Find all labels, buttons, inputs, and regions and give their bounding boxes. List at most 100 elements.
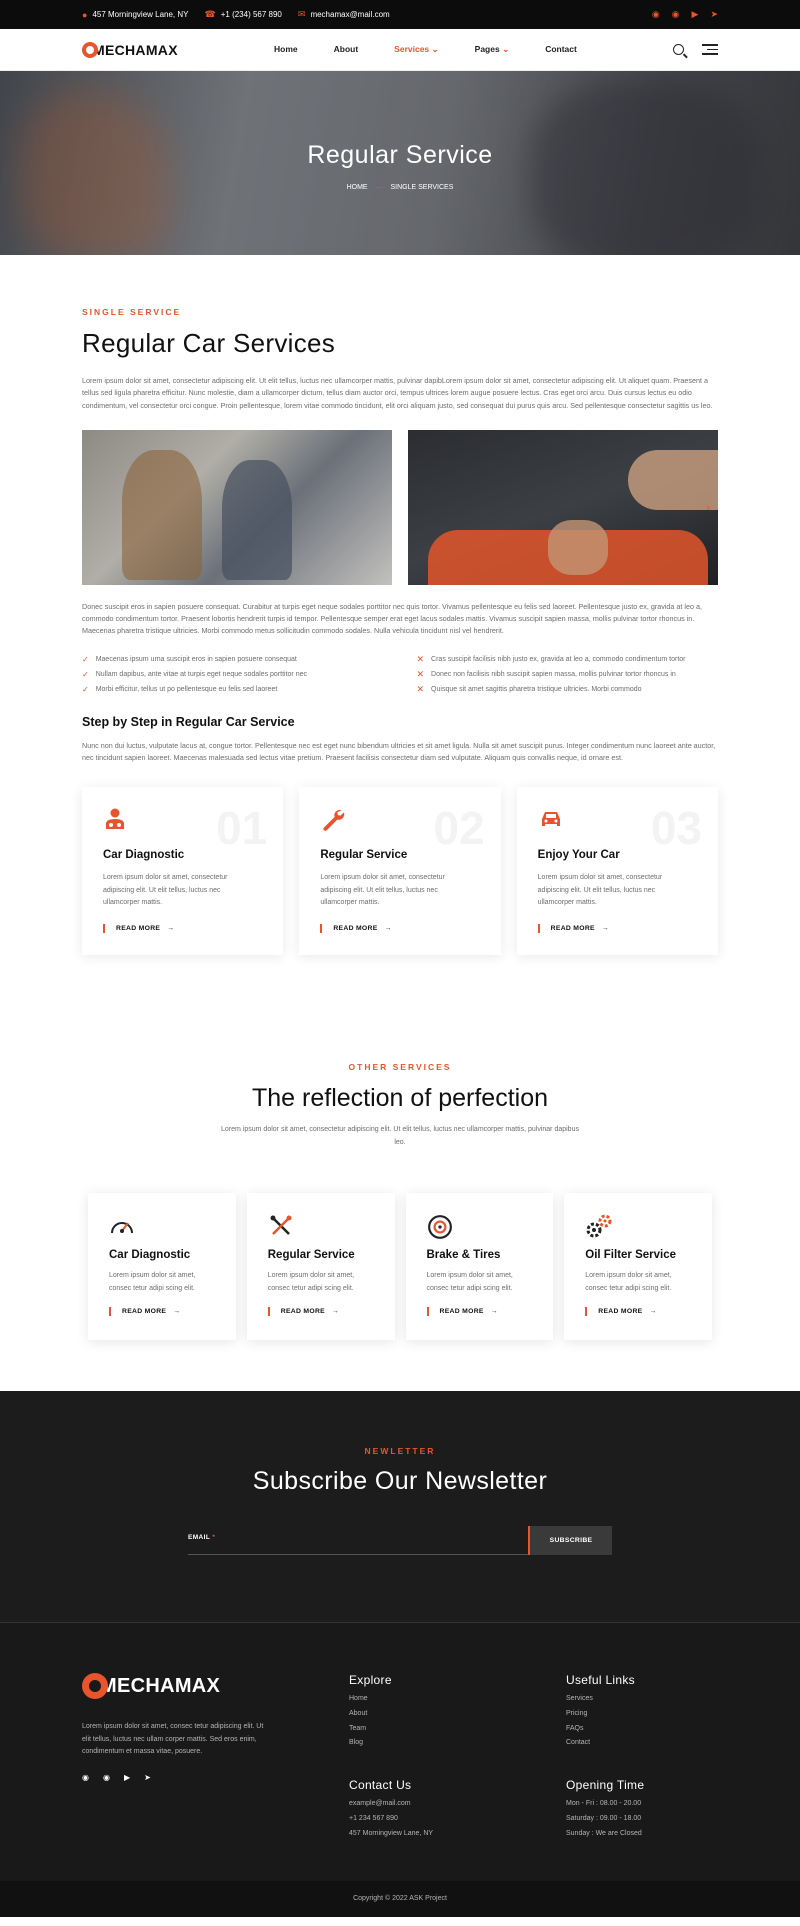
nav-item-pages[interactable]: Pages ⌄ — [475, 44, 510, 55]
newsletter-title: Subscribe Our Newsletter — [252, 1467, 548, 1496]
nav-item-pages-label: Pages — [474, 44, 500, 54]
breadcrumb-home[interactable]: HOME — [347, 184, 368, 191]
read-more-label: READ MORE — [550, 924, 595, 932]
footer-heading-useful: Useful Links — [566, 1673, 635, 1688]
read-more-label: READ MORE — [598, 1308, 643, 1316]
hours-sunday: Sunday : We are Closed — [566, 1829, 642, 1837]
email-item[interactable]: ✉ mechamax@mail.com — [298, 9, 390, 20]
arrow-right-icon: → — [601, 924, 610, 932]
nav-tools — [673, 44, 718, 55]
telegram-icon[interactable]: ➤ — [144, 1773, 151, 1782]
hours-saturday: Saturday : 09.00 - 18.00 — [566, 1814, 642, 1822]
footer-contact-phone[interactable]: +1 234 567 890 — [349, 1815, 566, 1830]
body-paragraph: Donec suscipit eros in sapien posuere co… — [82, 601, 702, 636]
footer-link-about[interactable]: About — [349, 1710, 566, 1725]
footer-link-contact[interactable]: Contact — [566, 1739, 718, 1754]
gauge-icon — [109, 1214, 216, 1240]
phone-item[interactable]: ☎ +1 (234) 567 890 — [205, 9, 282, 20]
footer-heading-explore: Explore — [349, 1673, 392, 1688]
facebook-icon[interactable]: ◉ — [82, 1773, 89, 1782]
copyright-bar: Copyright © 2022 ASK Project — [0, 1881, 800, 1918]
search-icon[interactable] — [673, 44, 684, 55]
section-eyebrow: NEWLETTER — [364, 1446, 436, 1457]
gallery-image-engine[interactable]: › — [408, 429, 718, 585]
arrow-right-icon: → — [173, 1308, 181, 1316]
service-gallery: › — [82, 429, 718, 585]
card-text: Lorem ipsum dolor sit amet, consectetur … — [537, 874, 663, 907]
read-more-link[interactable]: READ MORE → — [426, 1307, 534, 1317]
step-cards: 01 Car Diagnostic Lorem ipsum dolor sit … — [82, 787, 718, 956]
nav-item-home[interactable]: Home — [274, 44, 298, 55]
youtube-icon[interactable]: ▶ — [692, 9, 699, 20]
read-more-link[interactable]: READ MORE → — [320, 923, 480, 933]
site-logo[interactable]: MECHAMAX — [82, 41, 178, 58]
phone-text[interactable]: +1 (234) 567 890 — [221, 10, 282, 19]
arrow-right-icon: → — [490, 1308, 498, 1316]
email-label-text: EMAIL — [188, 1534, 211, 1542]
list-item: ✕ Cras suscipit facilisis nibh justo ex, … — [417, 652, 719, 667]
nav-item-contact[interactable]: Contact — [545, 44, 577, 55]
subscribe-button[interactable]: SUBSCRIBE — [528, 1526, 612, 1556]
footer-explore-list: Home About Team Blog — [349, 1695, 566, 1754]
service-cards: Car Diagnostic Lorem ipsum dolor sit ame… — [0, 1193, 800, 1341]
read-more-label: READ MORE — [280, 1308, 325, 1316]
footer-contact-address: 457 Morningview Lane, NY — [349, 1829, 434, 1837]
read-more-link[interactable]: READ MORE → — [585, 1307, 692, 1317]
twitter-icon[interactable]: ◉ — [103, 1773, 110, 1782]
top-bar: ● 457 Morningview Lane, NY ☎ +1 (234) 56… — [0, 0, 800, 29]
chevron-down-icon: ⌄ — [431, 44, 439, 54]
nav-item-services[interactable]: Services ⌄ — [394, 44, 438, 55]
logo-text: MECHAMAX — [93, 41, 178, 58]
newsletter-form: EMAIL * SUBSCRIBE — [0, 1526, 800, 1560]
list-item: ✓ Morbi efficitur, tellus ut po pellentes… — [82, 682, 384, 697]
footer-right-column: Useful Links Services Pricing FAQs Conta… — [566, 1673, 718, 1881]
map-pin-icon: ● — [82, 9, 88, 20]
card-title: Car Diagnostic — [109, 1249, 191, 1262]
footer-contact-email[interactable]: example@mail.com — [349, 1800, 566, 1815]
service-card: Regular Service Lorem ipsum dolor sit am… — [246, 1193, 395, 1341]
card-text: Lorem ipsum dolor sit amet, consec tetur… — [267, 1272, 355, 1292]
step-title: Step by Step in Regular Car Service — [82, 714, 295, 729]
tools-icon — [268, 1214, 375, 1240]
menu-icon[interactable] — [702, 44, 718, 55]
address-item: ● 457 Morningview Lane, NY — [82, 10, 189, 20]
card-text: Lorem ipsum dolor sit amet, consec tetur… — [109, 1272, 196, 1292]
email-field[interactable] — [188, 1550, 528, 1560]
service-card: Oil Filter Service Lorem ipsum dolor sit… — [564, 1193, 712, 1341]
breadcrumb-separator-icon: — — [375, 184, 383, 191]
section-eyebrow: OTHER SERVICES — [348, 1062, 452, 1073]
step-card: 02 Regular Service Lorem ipsum dolor sit… — [299, 787, 501, 956]
footer-link-services[interactable]: Services — [566, 1695, 718, 1710]
read-more-label: READ MORE — [116, 924, 161, 932]
nav-item-about[interactable]: About — [334, 44, 359, 55]
twitter-icon[interactable]: ◉ — [672, 9, 680, 20]
read-more-link[interactable]: READ MORE → — [109, 1307, 216, 1317]
read-more-link[interactable]: READ MORE → — [537, 923, 698, 933]
single-service-section: SINGLE SERVICE Regular Car Services Lore… — [0, 255, 800, 956]
gallery-image-mechanics[interactable] — [82, 429, 392, 585]
list-item-text: Morbi efficitur, tellus ut po pellentesq… — [95, 685, 278, 693]
footer-link-home[interactable]: Home — [349, 1695, 566, 1710]
read-more-link[interactable]: READ MORE → — [103, 923, 263, 933]
page-title: Regular Service — [307, 141, 493, 169]
footer-link-team[interactable]: Team — [349, 1725, 566, 1740]
chevron-right-icon[interactable]: › — [706, 502, 710, 514]
footer-link-blog[interactable]: Blog — [349, 1739, 566, 1754]
read-more-label: READ MORE — [122, 1308, 167, 1316]
email-text[interactable]: mechamax@mail.com — [310, 10, 389, 19]
telegram-icon[interactable]: ➤ — [710, 9, 718, 20]
mail-icon: ✉ — [297, 9, 306, 19]
footer-link-pricing[interactable]: Pricing — [566, 1710, 718, 1725]
top-contacts: ● 457 Morningview Lane, NY ☎ +1 (234) 56… — [82, 9, 390, 20]
read-more-link[interactable]: READ MORE → — [267, 1307, 375, 1317]
facebook-icon[interactable]: ◉ — [652, 9, 660, 20]
site-footer: MECHAMAX Lorem ipsum dolor sit amet, con… — [0, 1623, 800, 1882]
footer-contact-list: example@mail.com +1 234 567 890 457 Morn… — [349, 1800, 566, 1844]
footer-logo[interactable]: MECHAMAX — [82, 1673, 349, 1700]
footer-link-faqs[interactable]: FAQs — [566, 1725, 718, 1740]
list-item: ✕ Donec non facilisis nibh suscipit sapie… — [417, 667, 719, 682]
youtube-icon[interactable]: ▶ — [124, 1773, 130, 1782]
hours-weekday: Mon - Fri : 08.00 - 20.00 — [566, 1800, 642, 1808]
section-title: The reflection of perfection — [252, 1084, 548, 1113]
footer-heading-hours: Opening Time — [566, 1778, 645, 1793]
